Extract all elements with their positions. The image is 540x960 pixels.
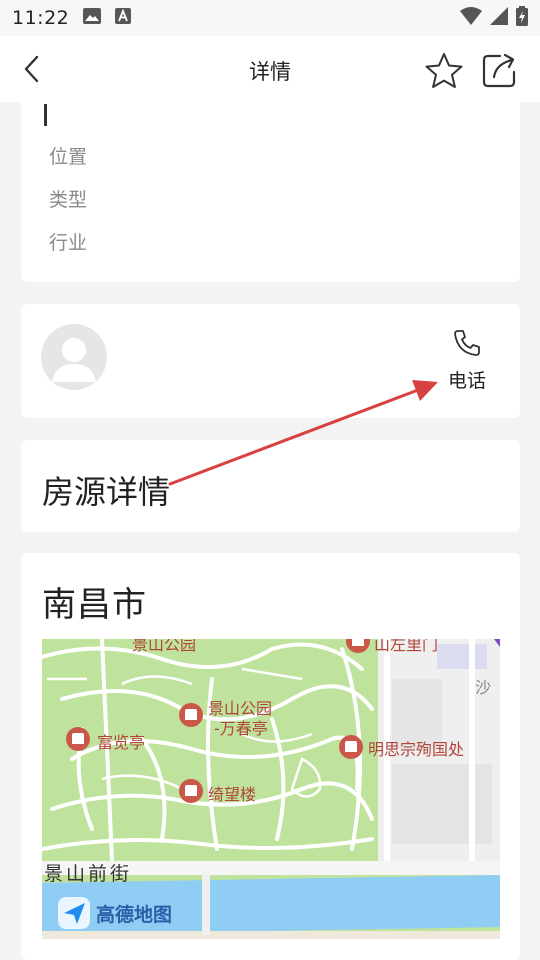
text-notification-icon xyxy=(115,8,132,28)
poi-pin-qiwang-tower[interactable] xyxy=(179,779,203,803)
signal-icon xyxy=(490,7,508,29)
contact-card: 电话 xyxy=(21,304,520,418)
phone-label: 电话 xyxy=(447,370,486,392)
wifi-icon xyxy=(460,7,482,29)
poi-label-mingsizong: 明思宗殉国处 xyxy=(368,740,465,759)
phone-icon xyxy=(452,330,482,362)
map-provider-label: 高德地图 xyxy=(96,903,173,926)
poi-pin-wanchun-pavilion[interactable] xyxy=(179,703,203,727)
location-card: 南昌市 景山公园 富览亭 景山公园 -万春亭 明思宗殉国处 绮望楼 山左里门 沙… xyxy=(21,553,520,960)
status-bar: 11:22 xyxy=(0,0,540,36)
poi-label-top-gate: 山左里门 xyxy=(374,639,439,654)
poi-label-fulan-pavilion: 富览亭 xyxy=(97,733,146,752)
listing-details-heading: 房源详情 xyxy=(42,473,171,511)
info-row-type: 类型 xyxy=(49,189,88,211)
poi-label-wanchun-pavilion: -万春亭 xyxy=(214,719,268,738)
map-background xyxy=(42,639,500,939)
gallery-icon xyxy=(83,8,102,28)
poi-label-jingshan-park-top: 景山公园 xyxy=(132,639,197,654)
nav-bar: 详情 xyxy=(0,36,540,102)
poi-pin-fulan-pavilion[interactable] xyxy=(66,727,90,751)
info-row-industry: 行业 xyxy=(49,232,88,254)
info-row-location: 位置 xyxy=(49,146,88,168)
phone-button[interactable]: 电话 xyxy=(441,328,493,393)
info-card: 位置 类型 行业 xyxy=(21,90,520,282)
status-time: 11:22 xyxy=(12,7,70,29)
listing-details-card[interactable]: 房源详情 xyxy=(21,440,520,532)
share-icon[interactable] xyxy=(478,50,520,92)
poi-pin-mingsizong[interactable] xyxy=(339,735,363,759)
poi-label-sha: 沙 xyxy=(475,678,492,697)
battery-icon xyxy=(516,6,528,30)
street-label: 景山前街 xyxy=(44,863,133,885)
poi-label-qiwang-tower: 绮望楼 xyxy=(208,785,257,804)
text-cursor xyxy=(44,104,47,126)
favorite-star-icon[interactable] xyxy=(424,51,464,91)
map-provider-logo: 高德地图 xyxy=(58,897,172,929)
map-view[interactable]: 景山公园 富览亭 景山公园 -万春亭 明思宗殉国处 绮望楼 山左里门 沙 景山前… xyxy=(42,639,500,939)
city-name: 南昌市 xyxy=(42,585,147,625)
amap-logo-icon xyxy=(58,897,90,929)
avatar[interactable] xyxy=(41,324,107,390)
